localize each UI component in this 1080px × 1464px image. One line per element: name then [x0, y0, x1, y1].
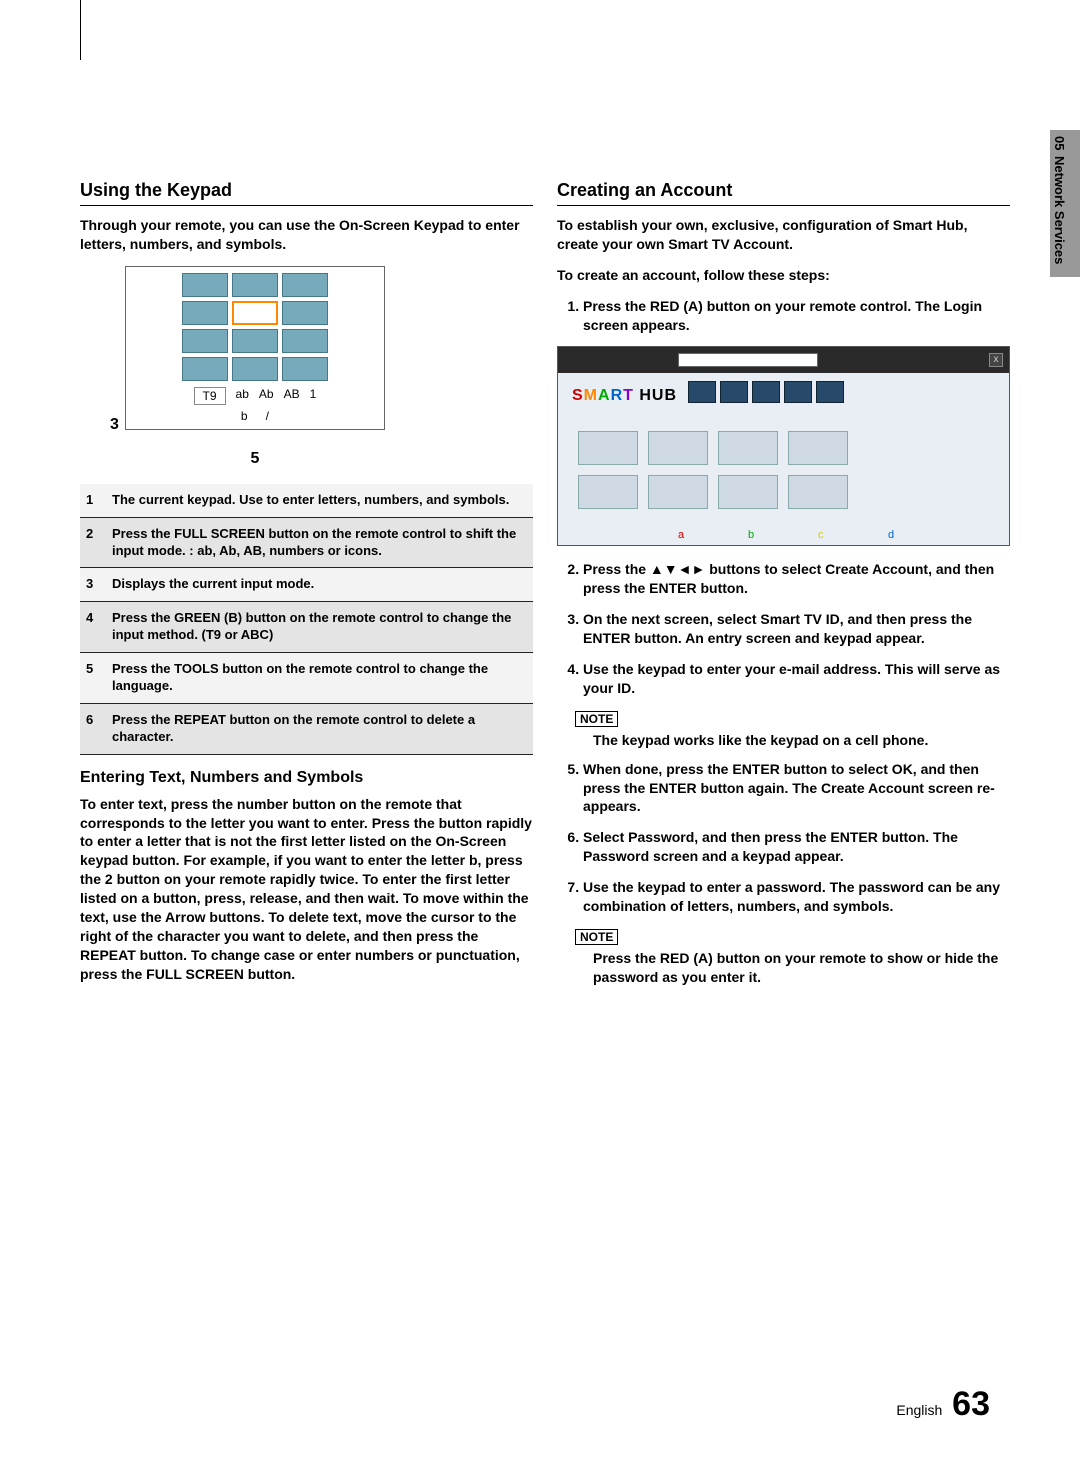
- keypad-mode-row: T9 ab Ab AB 1: [132, 387, 378, 405]
- callout-3: 3: [110, 416, 119, 434]
- app-tile[interactable]: [718, 475, 778, 509]
- color-button-a[interactable]: a: [678, 529, 684, 541]
- note-label: NOTE: [575, 929, 618, 945]
- list-item: When done, press the ENTER button to sel…: [583, 760, 1010, 817]
- crop-mark: [80, 0, 81, 60]
- table-row: 1The current keypad. Use to enter letter…: [80, 484, 533, 517]
- create-intro-2: To create an account, follow these steps…: [557, 266, 1010, 285]
- close-icon[interactable]: x: [989, 353, 1003, 367]
- list-item: Press the RED (A) button on your remote …: [583, 297, 1010, 335]
- heading-entering-text: Entering Text, Numbers and Symbols: [80, 769, 533, 787]
- mode-shift: 1: [310, 387, 317, 405]
- note-text: The keypad works like the keypad on a ce…: [593, 731, 1010, 750]
- app-tile[interactable]: [578, 475, 638, 509]
- chapter-tab: 05 Network Services: [1050, 130, 1080, 277]
- create-steps: Press the RED (A) button on your remote …: [557, 297, 1010, 335]
- table-row: 6Press the REPEAT button on the remote c…: [80, 703, 533, 754]
- footer-language: English: [896, 1402, 942, 1418]
- keypad-legend-table: 1The current keypad. Use to enter letter…: [80, 484, 533, 755]
- heading-using-keypad: Using the Keypad: [80, 180, 533, 206]
- app-tile[interactable]: [788, 431, 848, 465]
- right-column: Creating an Account To establish your ow…: [557, 180, 1010, 997]
- app-tile[interactable]: [578, 431, 638, 465]
- note-block: NOTE Press the RED (A) button on your re…: [575, 928, 1010, 987]
- create-steps-cont2: When done, press the ENTER button to sel…: [557, 760, 1010, 916]
- table-row: 5Press the TOOLS button on the remote co…: [80, 653, 533, 704]
- page-footer: English 63: [896, 1385, 990, 1424]
- list-item: Select Password, and then press the ENTE…: [583, 828, 1010, 866]
- list-item: On the next screen, select Smart TV ID, …: [583, 610, 1010, 648]
- chapter-number: 05: [1052, 136, 1067, 150]
- app-tile[interactable]: [648, 475, 708, 509]
- left-column: Using the Keypad Through your remote, yo…: [80, 180, 533, 997]
- list-item: Use the keypad to enter a password. The …: [583, 878, 1010, 916]
- page: 05 Network Services Using the Keypad Thr…: [0, 0, 1080, 1464]
- note-block: NOTE The keypad works like the keypad on…: [575, 710, 1010, 750]
- create-intro-1: To establish your own, exclusive, config…: [557, 216, 1010, 254]
- app-tile[interactable]: [648, 431, 708, 465]
- page-number: 63: [952, 1385, 990, 1423]
- list-item: Use the keypad to enter your e-mail addr…: [583, 660, 1010, 698]
- onscreen-keypad: T9 ab Ab AB 1 b /: [125, 266, 385, 430]
- mode-ab-lower: ab: [236, 387, 249, 405]
- keypad-figure: 3 T9 ab Ab AB: [110, 266, 533, 468]
- keypad-footer-row: b /: [132, 409, 378, 423]
- note-text: Press the RED (A) button on your remote …: [593, 949, 1010, 987]
- mode-t9: T9: [194, 387, 226, 405]
- create-steps-cont: Press the ▲▼◄► buttons to select Create …: [557, 560, 1010, 697]
- list-item: Press the ▲▼◄► buttons to select Create …: [583, 560, 1010, 598]
- color-button-b[interactable]: b: [748, 529, 754, 541]
- app-tile[interactable]: [788, 475, 848, 509]
- table-row: 4Press the GREEN (B) button on the remot…: [80, 602, 533, 653]
- table-row: 3Displays the current input mode.: [80, 568, 533, 602]
- chapter-title: Network Services: [1052, 156, 1067, 264]
- recommended-row: [688, 381, 844, 403]
- heading-creating-account: Creating an Account: [557, 180, 1010, 206]
- mode-ab-mixed: Ab: [259, 387, 274, 405]
- callout-5: 5: [125, 450, 385, 468]
- smart-hub-screenshot: x SMART HUB: [557, 346, 1010, 546]
- note-label: NOTE: [575, 711, 618, 727]
- color-button-c[interactable]: c: [818, 529, 824, 541]
- mode-ab-upper: AB: [284, 387, 300, 405]
- search-input[interactable]: [678, 353, 818, 367]
- smart-hub-logo: SMART HUB: [572, 387, 677, 405]
- entering-text-body: To enter text, press the number button o…: [80, 795, 533, 984]
- keypad-intro: Through your remote, you can use the On-…: [80, 216, 533, 254]
- color-button-d[interactable]: d: [888, 529, 894, 541]
- app-tile[interactable]: [718, 431, 778, 465]
- table-row: 2Press the FULL SCREEN button on the rem…: [80, 517, 533, 568]
